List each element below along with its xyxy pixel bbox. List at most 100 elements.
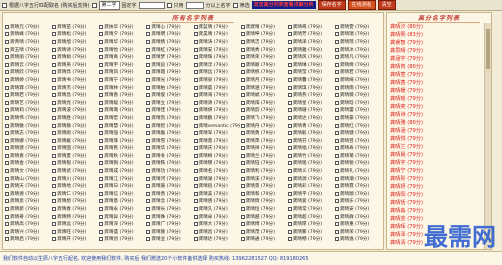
name-checkbox[interactable] — [240, 237, 245, 242]
name-cell[interactable]: 龚晴阳 (79分) — [240, 99, 287, 107]
name-checkbox[interactable] — [52, 176, 57, 181]
name-cell[interactable]: 龚晴旭 (79分) — [52, 38, 98, 46]
name-checkbox[interactable] — [287, 47, 292, 52]
name-cell[interactable]: 龚晴远 (79分) — [52, 220, 98, 228]
name-cell[interactable]: 龚晴大 (79分) — [193, 220, 240, 228]
name-checkbox[interactable] — [99, 191, 104, 196]
name-checkbox[interactable] — [193, 62, 198, 67]
name-checkbox[interactable] — [287, 207, 292, 212]
name-cell[interactable]: 龚晴烁 (79分) — [52, 69, 98, 77]
name-cell[interactable]: 龚晴河 (79分) — [146, 175, 192, 183]
name-checkbox[interactable] — [52, 184, 57, 189]
name-checkbox[interactable] — [52, 161, 57, 166]
name-checkbox[interactable] — [240, 131, 245, 136]
name-cell[interactable]: 龚晴海 (79分) — [193, 91, 240, 99]
name-cell[interactable]: 龚晴宇 (79分) — [99, 61, 145, 69]
name-checkbox[interactable] — [5, 47, 9, 52]
name-cell[interactable]: 龚晴异 (79分) — [99, 213, 145, 221]
name-cell[interactable]: 龚晴磊 (79分) — [146, 129, 192, 137]
name-checkbox[interactable] — [99, 115, 104, 120]
name-checkbox[interactable] — [334, 77, 339, 82]
name-checkbox[interactable] — [99, 32, 104, 37]
name-cell[interactable]: 龚晴明 (79分) — [146, 31, 192, 39]
name-cell[interactable]: 龚晴武 (79分) — [52, 167, 98, 175]
name-checkbox[interactable] — [52, 131, 57, 136]
high-score-item[interactable]: 龚晴兰 (79分) — [390, 143, 488, 151]
name-checkbox[interactable] — [52, 146, 57, 151]
name-checkbox[interactable] — [240, 115, 245, 120]
name-checkbox[interactable] — [193, 55, 198, 60]
name-cell[interactable]: 龚晴良 (79分) — [146, 61, 192, 69]
name-checkbox[interactable] — [334, 191, 339, 196]
name-checkbox[interactable] — [146, 32, 151, 37]
high-score-item[interactable]: 龚晴阳 (79分) — [390, 191, 488, 199]
name-cell[interactable]: 龚晴昌 (79分) — [193, 228, 240, 236]
name-checkbox[interactable] — [5, 85, 9, 90]
name-checkbox[interactable] — [146, 214, 151, 219]
name-cell[interactable]: 龚晴业 (79分) — [146, 236, 192, 244]
name-checkbox[interactable] — [146, 191, 151, 196]
name-checkbox[interactable] — [5, 153, 9, 158]
name-cell[interactable]: 龚晴平 (79分) — [287, 190, 334, 198]
name-checkbox[interactable] — [334, 24, 339, 29]
name-cell[interactable]: 龚晴意 (79分) — [99, 198, 145, 206]
name-checkbox[interactable] — [193, 32, 198, 37]
name-checkbox[interactable] — [5, 146, 9, 151]
name-cell[interactable]: 龚晴馨 (79分) — [287, 76, 334, 84]
name-cell[interactable]: 龚晴鹏 (79分) — [193, 114, 240, 122]
name-checkbox[interactable] — [5, 115, 9, 120]
name-checkbox[interactable] — [193, 191, 198, 196]
name-cell[interactable]: 龚晴茂 (79分) — [240, 228, 287, 236]
analyze-button[interactable]: 在线测名 — [347, 0, 376, 10]
name-cell[interactable]: 龚晴兴 (79分) — [5, 228, 51, 236]
name-checkbox[interactable] — [146, 184, 151, 189]
name-cell[interactable]: 龚晴燕 (79分) — [287, 91, 334, 99]
name-checkbox[interactable] — [240, 100, 245, 105]
name-checkbox[interactable] — [5, 169, 9, 174]
name-checkbox[interactable] — [193, 131, 198, 136]
name-cell[interactable]: 龚晴志 (79分) — [5, 129, 51, 137]
name-cell[interactable]: 龚晴霞 (79分) — [146, 69, 192, 77]
name-checkbox[interactable] — [5, 32, 9, 37]
name-checkbox[interactable] — [99, 108, 104, 113]
name-checkbox[interactable] — [52, 93, 57, 98]
name-cell[interactable]: 龚晴卓 (79分) — [193, 213, 240, 221]
high-score-item[interactable]: 龚晴妍 (79分) — [390, 183, 488, 191]
name-checkbox[interactable] — [52, 138, 57, 143]
name-checkbox[interactable] — [287, 138, 292, 143]
name-checkbox[interactable] — [99, 176, 104, 181]
name-checkbox[interactable] — [287, 108, 292, 113]
name-cell[interactable]: 龚晴仁 (79分) — [52, 190, 98, 198]
name-checkbox[interactable] — [193, 153, 198, 158]
name-cell[interactable]: 龚晴菊 (79分) — [334, 152, 381, 160]
name-cell[interactable]: 龚晴长 (79分) — [146, 205, 192, 213]
name-checkbox[interactable] — [52, 115, 57, 120]
high-score-item[interactable]: 龚晴芮 (80分) — [390, 63, 488, 71]
name-cell[interactable]: 龚晴霓 (79分) — [334, 182, 381, 190]
name-checkbox[interactable] — [146, 176, 151, 181]
name-checkbox[interactable] — [146, 169, 151, 174]
name-checkbox[interactable] — [146, 237, 151, 242]
name-checkbox[interactable] — [287, 199, 292, 204]
name-cell[interactable]: 龚晴莉 (79分) — [5, 107, 51, 115]
name-checkbox[interactable] — [193, 24, 198, 29]
name-checkbox[interactable] — [240, 199, 245, 204]
name-checkbox[interactable] — [52, 214, 57, 219]
name-cell[interactable]: 龚晴伟 (79分) — [5, 114, 51, 122]
name-checkbox[interactable] — [52, 207, 57, 212]
name-checkbox[interactable] — [99, 93, 104, 98]
high-score-item[interactable]: 龚晴奕 (79分) — [390, 103, 488, 111]
name-checkbox[interactable] — [287, 184, 292, 189]
name-cell[interactable]: 龚晴银 (79分) — [52, 160, 98, 168]
name-checkbox[interactable] — [240, 161, 245, 166]
name-cell[interactable]: 龚晴琪 (79分) — [287, 84, 334, 92]
name-checkbox[interactable] — [99, 237, 104, 242]
name-cell[interactable]: 龚晴庆 (79分) — [193, 145, 240, 153]
name-checkbox[interactable] — [52, 24, 57, 29]
name-checkbox[interactable] — [99, 169, 104, 174]
name-cell[interactable]: 龚晴坤 (79分) — [240, 31, 287, 39]
name-checkbox[interactable] — [334, 108, 339, 113]
name-cell[interactable]: 龚晴颖 (79分) — [240, 61, 287, 69]
high-score-item[interactable]: 龚晴菡 (79分) — [390, 79, 488, 87]
name-cell[interactable]: 龚晴国 (79分) — [52, 145, 98, 153]
